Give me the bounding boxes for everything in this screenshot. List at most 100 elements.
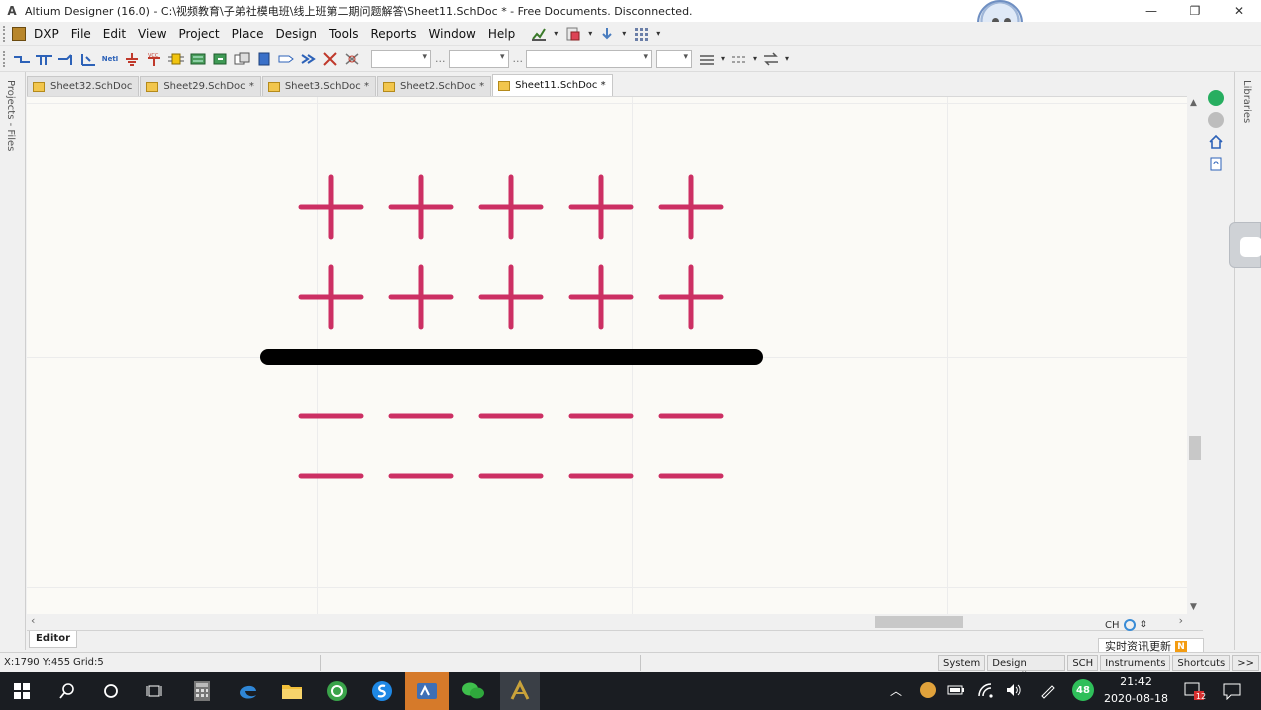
altium-designer-taskbar-icon[interactable] [500, 672, 540, 710]
line-dash-icon[interactable] [730, 51, 748, 67]
vertical-scroll-thumb[interactable] [1189, 436, 1201, 460]
panel-sch-button[interactable]: SCH [1067, 655, 1099, 671]
minimize-button[interactable]: — [1129, 0, 1173, 22]
plus-symbol[interactable] [388, 174, 454, 240]
harness-icon[interactable] [255, 51, 273, 67]
port-icon[interactable] [277, 51, 295, 67]
menu-place[interactable]: Place [226, 27, 270, 41]
plus-symbol[interactable] [388, 264, 454, 330]
vertical-scrollbar[interactable]: ▲ ▼ [1187, 96, 1203, 614]
scroll-left-icon[interactable]: ‹ [31, 614, 35, 627]
netlabel-text-icon[interactable]: NetI [101, 51, 119, 67]
back-icon[interactable] [1208, 90, 1224, 106]
device-sheet-icon[interactable] [233, 51, 251, 67]
libraries-panel-label[interactable]: Libraries [1241, 80, 1252, 123]
edge-browser-icon[interactable] [235, 678, 261, 704]
tab-sheet3[interactable]: Sheet3.SchDoc * [261, 76, 376, 96]
scroll-down-icon[interactable]: ▼ [1190, 602, 1197, 612]
wifi-icon[interactable] [976, 680, 996, 700]
off-sheet-icon[interactable] [299, 51, 317, 67]
panel-system-button[interactable]: System [938, 655, 986, 671]
sheet-entry-icon[interactable] [211, 51, 229, 67]
down-arrow-tool-icon[interactable] [599, 26, 615, 42]
bus-entry-icon[interactable] [57, 51, 75, 67]
document-options-icon[interactable] [565, 26, 581, 42]
file-explorer-icon[interactable] [279, 678, 305, 704]
tab-sheet32[interactable]: Sheet32.SchDoc [27, 76, 140, 96]
horizontal-scrollbar[interactable]: ‹ › [27, 614, 1187, 630]
net-label-icon[interactable] [79, 51, 97, 67]
menu-help[interactable]: Help [482, 27, 521, 41]
floating-side-tab[interactable] [1229, 222, 1261, 268]
battery-percent-badge[interactable]: 48 [1072, 679, 1094, 701]
tab-sheet2[interactable]: Sheet2.SchDoc * [376, 76, 492, 96]
panel-shortcuts-button[interactable]: Shortcuts [1172, 655, 1231, 671]
menu-edit[interactable]: Edit [97, 27, 132, 41]
vcc-port-icon[interactable]: VCC [145, 51, 163, 67]
task-view-icon[interactable] [142, 678, 168, 704]
scroll-up-icon[interactable]: ▲ [1190, 98, 1197, 108]
schematic-canvas[interactable] [27, 96, 1187, 614]
refresh-page-icon[interactable] [1208, 156, 1224, 172]
home-icon[interactable] [1208, 134, 1224, 150]
windows-start-icon[interactable] [9, 678, 35, 704]
forward-icon[interactable] [1208, 112, 1224, 128]
editor-tab[interactable]: Editor [29, 631, 77, 648]
no-erc-icon[interactable] [321, 51, 339, 67]
menu-view[interactable]: View [132, 27, 172, 41]
align-icon[interactable] [762, 51, 780, 67]
menu-project[interactable]: Project [173, 27, 226, 41]
tray-app-icon[interactable] [918, 680, 938, 700]
close-button[interactable]: ✕ [1217, 0, 1261, 22]
battery-icon[interactable] [946, 680, 966, 700]
font-combo[interactable] [371, 49, 431, 68]
tab-sheet29[interactable]: Sheet29.SchDoc * [140, 76, 261, 96]
menu-tools[interactable]: Tools [323, 27, 365, 41]
clock-time[interactable]: 21:42 [1100, 675, 1172, 688]
menu-reports[interactable]: Reports [365, 27, 423, 41]
tab-sheet11[interactable]: Sheet11.SchDoc * [492, 74, 613, 96]
wechat-icon[interactable] [460, 678, 486, 704]
panel-design-compiler-button[interactable]: Design Compiler [987, 655, 1066, 682]
chart-edit-icon[interactable] [531, 26, 547, 42]
pen-icon[interactable] [1038, 680, 1058, 700]
ime-indicator[interactable]: CH ⇕ [1105, 615, 1205, 635]
projects-panel-strip[interactable]: Projects - Files [0, 72, 26, 650]
plus-symbol[interactable] [568, 264, 634, 330]
place-bus-icon[interactable] [35, 51, 53, 67]
plus-symbol[interactable] [568, 174, 634, 240]
green-app-icon[interactable] [324, 678, 350, 704]
place-part-icon[interactable] [167, 51, 185, 67]
width-combo[interactable] [656, 49, 692, 68]
place-wire-icon[interactable] [13, 51, 31, 67]
calculator-icon[interactable] [189, 678, 215, 704]
plus-symbol[interactable] [298, 174, 364, 240]
action-center-icon[interactable] [1220, 680, 1244, 702]
sogou-app-icon[interactable] [369, 678, 395, 704]
clock-date[interactable]: 2020-08-18 [1100, 692, 1172, 705]
menu-dxp[interactable]: DXP [28, 27, 65, 41]
style-combo[interactable] [526, 49, 652, 68]
menu-design[interactable]: Design [270, 27, 323, 41]
altium-task-active[interactable] [405, 672, 449, 710]
volume-icon[interactable] [1004, 680, 1024, 700]
search-icon[interactable] [54, 678, 80, 704]
plus-symbol[interactable] [298, 264, 364, 330]
maximize-button[interactable]: ❐ [1173, 0, 1217, 22]
size-combo[interactable] [448, 49, 509, 68]
directive-icon[interactable] [343, 51, 361, 67]
sheet-symbol-icon[interactable] [189, 51, 207, 67]
grid-tool-icon[interactable] [633, 26, 649, 42]
menu-file[interactable]: File [65, 27, 97, 41]
horizontal-scroll-thumb[interactable] [875, 616, 963, 628]
ime-settings-icon[interactable] [1123, 619, 1136, 631]
panel-more-button[interactable]: >> [1232, 655, 1259, 671]
plus-symbol[interactable] [478, 174, 544, 240]
tray-expand-icon[interactable]: ︿ [890, 682, 902, 699]
line-style-icon[interactable] [698, 51, 716, 67]
panel-instruments-button[interactable]: Instruments [1100, 655, 1171, 671]
gnd-port-icon[interactable] [123, 51, 141, 67]
plus-symbol[interactable] [478, 264, 544, 330]
plus-symbol[interactable] [658, 264, 724, 330]
projects-panel-label[interactable]: Projects - Files [5, 80, 16, 151]
